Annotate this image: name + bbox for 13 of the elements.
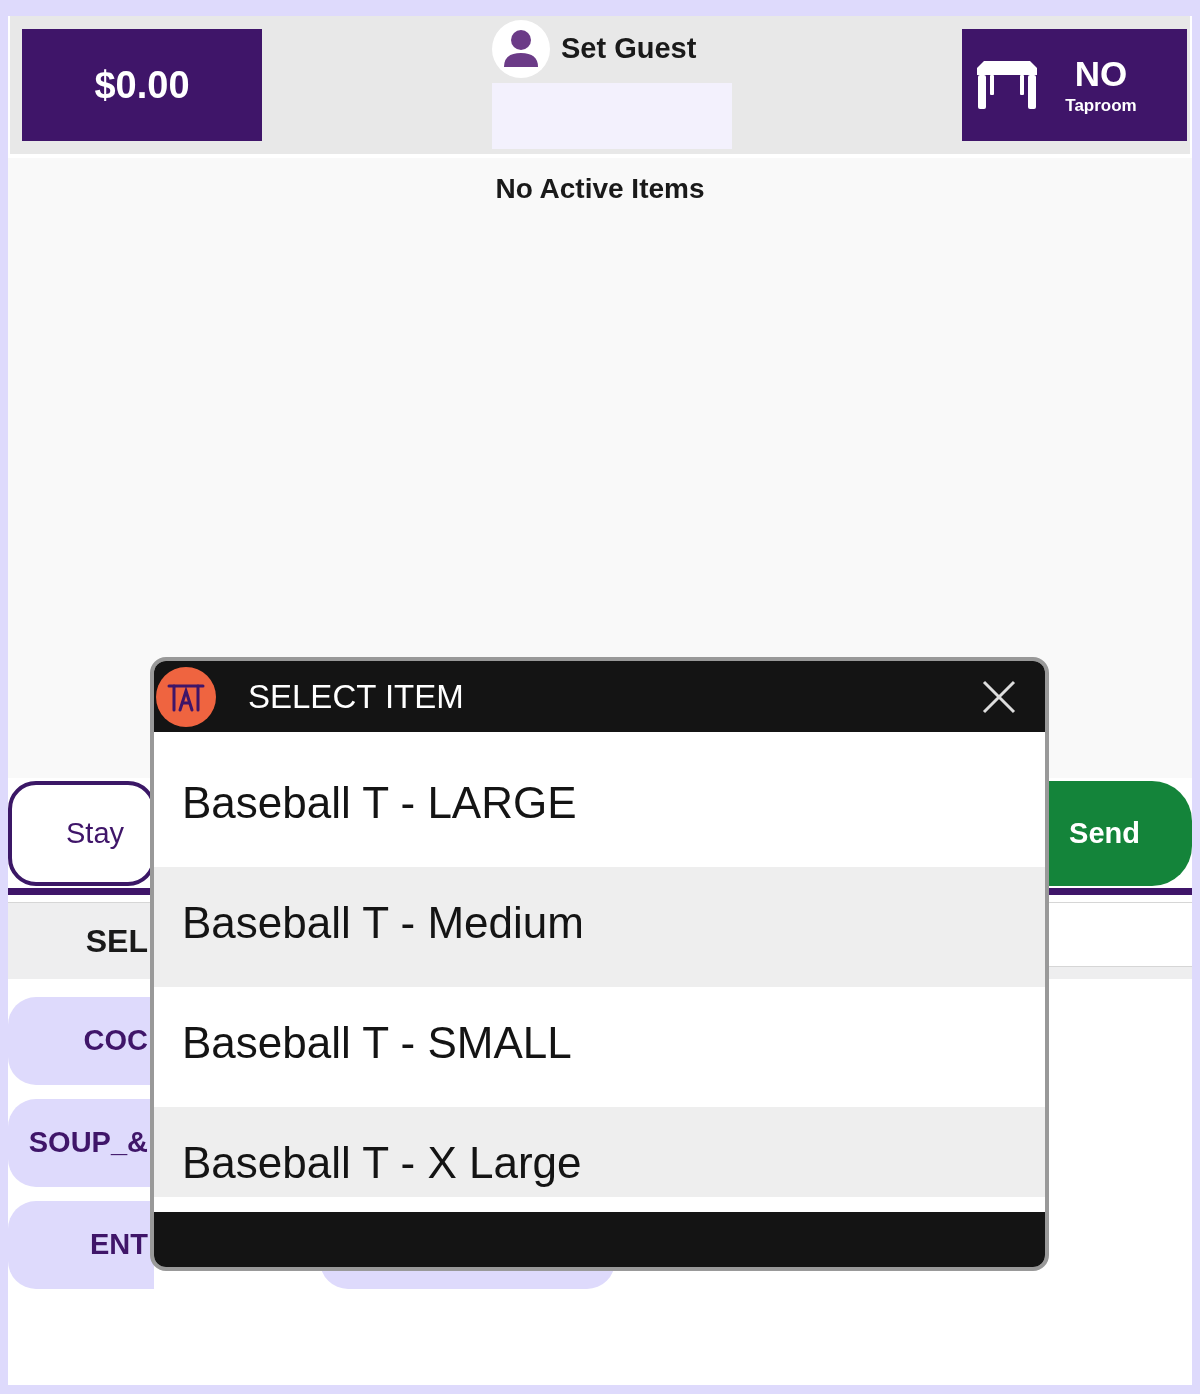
dialog-title: SELECT ITEM xyxy=(248,676,465,717)
table-icon xyxy=(977,61,1037,109)
avatar-icon xyxy=(492,20,550,78)
logo-icon xyxy=(156,666,216,727)
category-button[interactable]: ENT xyxy=(8,1201,154,1289)
empty-order-message: No Active Items xyxy=(494,172,706,206)
item-option[interactable]: Baseball T - Medium xyxy=(154,867,1045,987)
close-button[interactable] xyxy=(982,679,1016,714)
set-guest-button[interactable]: Set Guest xyxy=(492,20,697,78)
item-option[interactable]: Baseball T - X Large xyxy=(154,1107,1045,1197)
table-button[interactable]: NO Taproom xyxy=(962,29,1187,141)
total-button[interactable]: $0.00 xyxy=(22,29,262,141)
close-icon xyxy=(982,679,1016,714)
